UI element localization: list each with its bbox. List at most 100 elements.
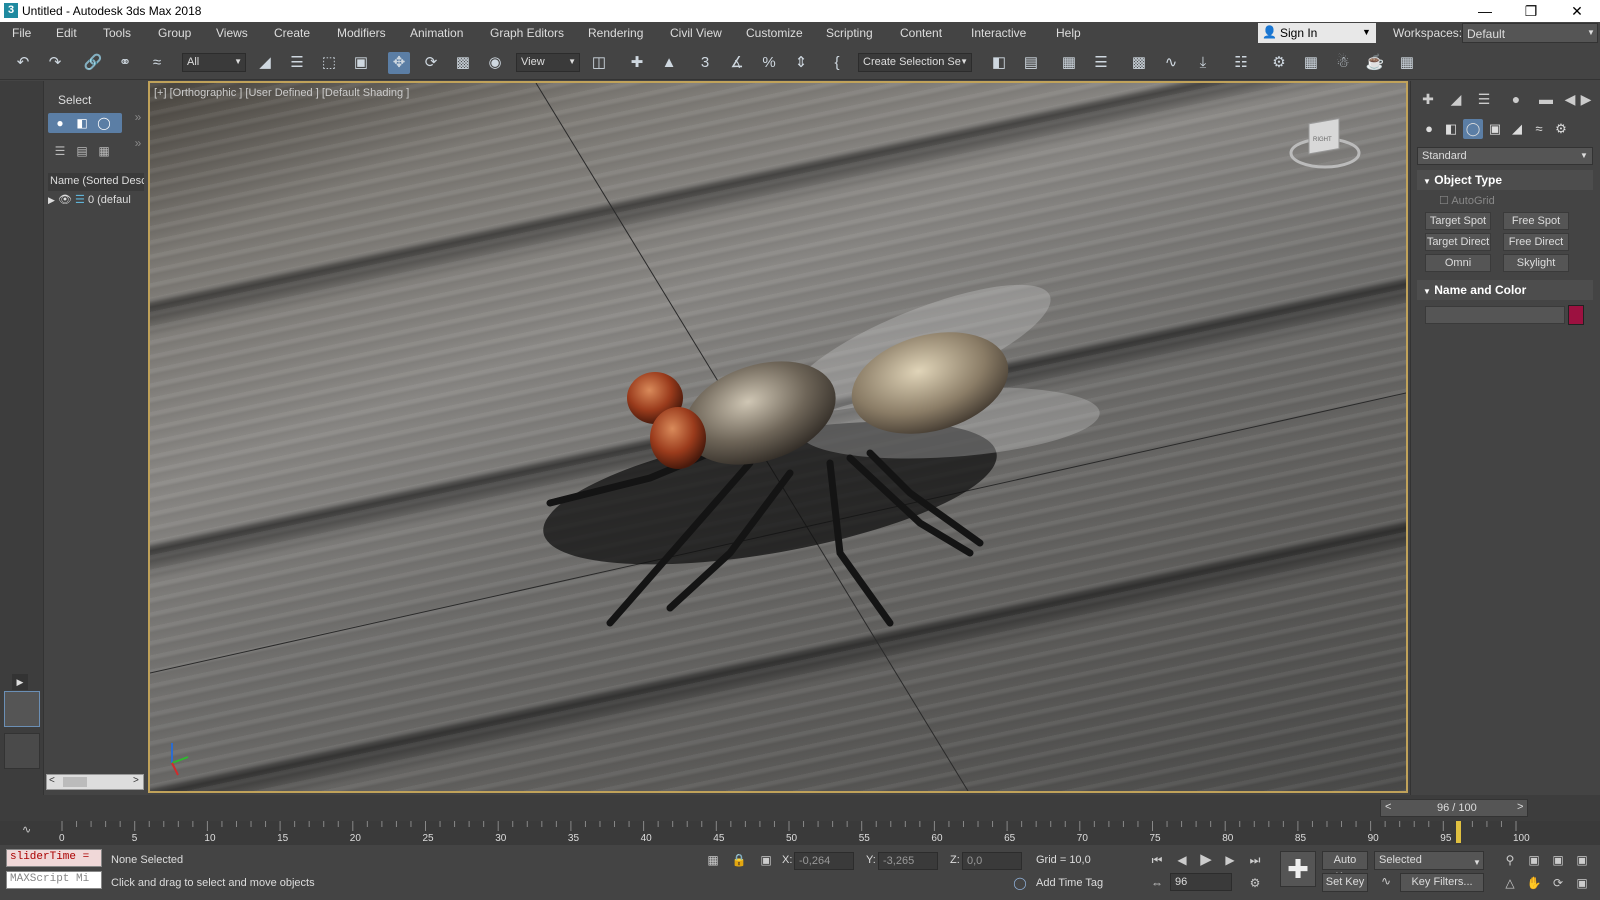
- object-category-dropdown[interactable]: Standard ▼: [1417, 147, 1593, 165]
- curve-editor-icon[interactable]: ∿: [1160, 52, 1182, 74]
- lights-icon[interactable]: ◯: [1463, 119, 1483, 139]
- manipulate-icon[interactable]: ✚: [626, 52, 648, 74]
- target-direct-button[interactable]: Target Direct: [1425, 233, 1491, 251]
- spacewarps-icon[interactable]: ≈: [1529, 119, 1549, 139]
- link-icon[interactable]: 🔗: [82, 52, 104, 74]
- unlink-icon[interactable]: ⚭: [114, 52, 136, 74]
- z-coordinate-field[interactable]: 0,0: [962, 852, 1022, 870]
- name-column-header[interactable]: Name (Sorted Desce: [48, 173, 144, 191]
- select-and-rotate-icon[interactable]: ⟳: [420, 52, 442, 74]
- track-bar[interactable]: ∿ 0 5 10 15 20 25 30 35 40 45 50 55 60 65 70 75 80 85 90 95…: [0, 821, 1600, 845]
- maximize-viewport-icon[interactable]: ▣: [1572, 873, 1592, 893]
- redo-icon[interactable]: ↷: [44, 52, 66, 74]
- select-object-icon[interactable]: ◢: [254, 52, 276, 74]
- object-type-rollout[interactable]: ▼ Object Type: [1417, 170, 1593, 190]
- menu-scripting[interactable]: Scripting: [826, 26, 873, 40]
- reference-coordinate-dropdown[interactable]: View ▼: [516, 53, 580, 72]
- orbit-icon[interactable]: ⟳: [1548, 873, 1568, 893]
- field-of-view-icon[interactable]: △: [1500, 873, 1520, 893]
- scroll-thumb[interactable]: [63, 777, 87, 787]
- zoom-extents-all-icon[interactable]: ▣: [1572, 850, 1592, 870]
- render-production-icon[interactable]: ☕: [1364, 52, 1386, 74]
- zoom-extents-icon[interactable]: ▣: [1548, 850, 1568, 870]
- go-to-end-icon[interactable]: ⏭: [1245, 850, 1265, 870]
- more-icon[interactable]: »: [128, 107, 148, 127]
- horizontal-scrollbar[interactable]: < >: [46, 774, 144, 790]
- display-tab-icon[interactable]: ▬: [1535, 89, 1557, 109]
- eye-icon[interactable]: 👁: [58, 194, 72, 206]
- viewcube[interactable]: RIGHT: [1289, 117, 1361, 169]
- align-icon[interactable]: ▤: [1020, 52, 1042, 74]
- modify-tab-icon[interactable]: ◢: [1445, 89, 1467, 109]
- edit-named-selection-icon[interactable]: {: [826, 52, 848, 74]
- selection-filter-dropdown[interactable]: All ▼: [182, 53, 246, 72]
- angle-snap-icon[interactable]: ∡: [726, 52, 748, 74]
- name-and-color-rollout[interactable]: ▼ Name and Color: [1417, 280, 1593, 300]
- time-slider-track[interactable]: < 96 / 100 >: [1380, 799, 1528, 817]
- current-frame-marker[interactable]: [1455, 821, 1461, 843]
- time-configuration-icon[interactable]: ⚙: [1245, 873, 1265, 893]
- y-coordinate-field[interactable]: -3,265: [878, 852, 938, 870]
- close-button[interactable]: ✕: [1554, 0, 1600, 22]
- restore-button[interactable]: ❐: [1508, 0, 1554, 22]
- menu-civil-view[interactable]: Civil View: [670, 26, 722, 40]
- menu-file[interactable]: File: [12, 26, 31, 40]
- set-key-button[interactable]: Set Key: [1322, 873, 1368, 892]
- percent-snap-icon[interactable]: %: [758, 52, 780, 74]
- next-frame-icon[interactable]: >: [1517, 801, 1523, 813]
- autogrid-checkbox[interactable]: ☐ AutoGrid: [1439, 194, 1495, 207]
- omni-button[interactable]: Omni: [1425, 254, 1491, 272]
- absolute-mode-icon[interactable]: ▣: [756, 850, 776, 870]
- menu-modifiers[interactable]: Modifiers: [337, 26, 386, 40]
- menu-help[interactable]: Help: [1056, 26, 1081, 40]
- render-cloud-icon[interactable]: ▦: [1396, 52, 1418, 74]
- free-direct-button[interactable]: Free Direct: [1503, 233, 1569, 251]
- sphere-icon[interactable]: ●: [50, 113, 70, 133]
- hierarchy-tab-icon[interactable]: ☰: [1473, 89, 1495, 109]
- rendered-frame-window-icon[interactable]: ☃: [1332, 52, 1354, 74]
- sign-in-dropdown[interactable]: 👤 Sign In ▼: [1258, 23, 1376, 43]
- viewport-layout-quad[interactable]: [4, 733, 40, 769]
- scroll-left-icon[interactable]: <: [49, 775, 55, 786]
- menu-edit[interactable]: Edit: [56, 26, 77, 40]
- selection-set-dropdown[interactable]: Selected ▼: [1374, 851, 1484, 870]
- snaps-toggle-icon[interactable]: 3: [694, 52, 716, 74]
- keyboard-shortcut-override-icon[interactable]: ▲: [658, 52, 680, 74]
- hierarchy-icon[interactable]: ▦: [94, 141, 114, 161]
- viewport-layout-single[interactable]: [4, 691, 40, 727]
- select-and-place-icon[interactable]: ◉: [484, 52, 506, 74]
- object-color-swatch[interactable]: [1568, 305, 1584, 325]
- maxscript-listener-output[interactable]: sliderTime =: [6, 849, 102, 867]
- select-and-scale-icon[interactable]: ▩: [452, 52, 474, 74]
- menu-graph-editors[interactable]: Graph Editors: [490, 26, 564, 40]
- shapes-icon[interactable]: ◧: [72, 113, 92, 133]
- maxscript-mini-listener[interactable]: MAXScript Mi: [6, 871, 102, 889]
- shapes-icon[interactable]: ◧: [1441, 119, 1461, 139]
- select-and-move-icon[interactable]: ✥: [388, 52, 410, 74]
- pivot-center-icon[interactable]: ◫: [588, 52, 610, 74]
- pan-hand-icon[interactable]: ✋: [1524, 873, 1544, 893]
- toggle-scene-explorer-icon[interactable]: ▦: [1058, 52, 1080, 74]
- menu-group[interactable]: Group: [158, 26, 191, 40]
- play-icon[interactable]: ▶: [1196, 850, 1216, 870]
- more-icon[interactable]: »: [128, 133, 148, 153]
- viewport-label[interactable]: [+] [Orthographic ] [User Defined ] [Def…: [154, 87, 409, 99]
- window-crossing-icon[interactable]: ▣: [350, 52, 372, 74]
- go-to-start-icon[interactable]: ⏮: [1147, 850, 1167, 870]
- menu-interactive[interactable]: Interactive: [971, 26, 1026, 40]
- geometry-icon[interactable]: ●: [1419, 119, 1439, 139]
- menu-views[interactable]: Views: [216, 26, 248, 40]
- bind-spacewarp-icon[interactable]: ≈: [146, 52, 168, 74]
- workspace-select[interactable]: Default ▼: [1462, 23, 1598, 43]
- key-mode-icon[interactable]: ⇔: [1147, 873, 1167, 893]
- key-filters-button[interactable]: Key Filters...: [1400, 873, 1484, 892]
- x-coordinate-field[interactable]: -0,264: [794, 852, 854, 870]
- menu-create[interactable]: Create: [274, 26, 310, 40]
- zoom-icon[interactable]: ⚲: [1500, 850, 1520, 870]
- expand-icon[interactable]: ▶: [12, 674, 28, 690]
- mirror-icon[interactable]: ◧: [988, 52, 1010, 74]
- current-frame-field[interactable]: 96: [1170, 873, 1232, 891]
- select-by-name-icon[interactable]: ☰: [286, 52, 308, 74]
- motion-tab-icon[interactable]: ●: [1505, 89, 1527, 109]
- minimize-button[interactable]: —: [1462, 0, 1508, 22]
